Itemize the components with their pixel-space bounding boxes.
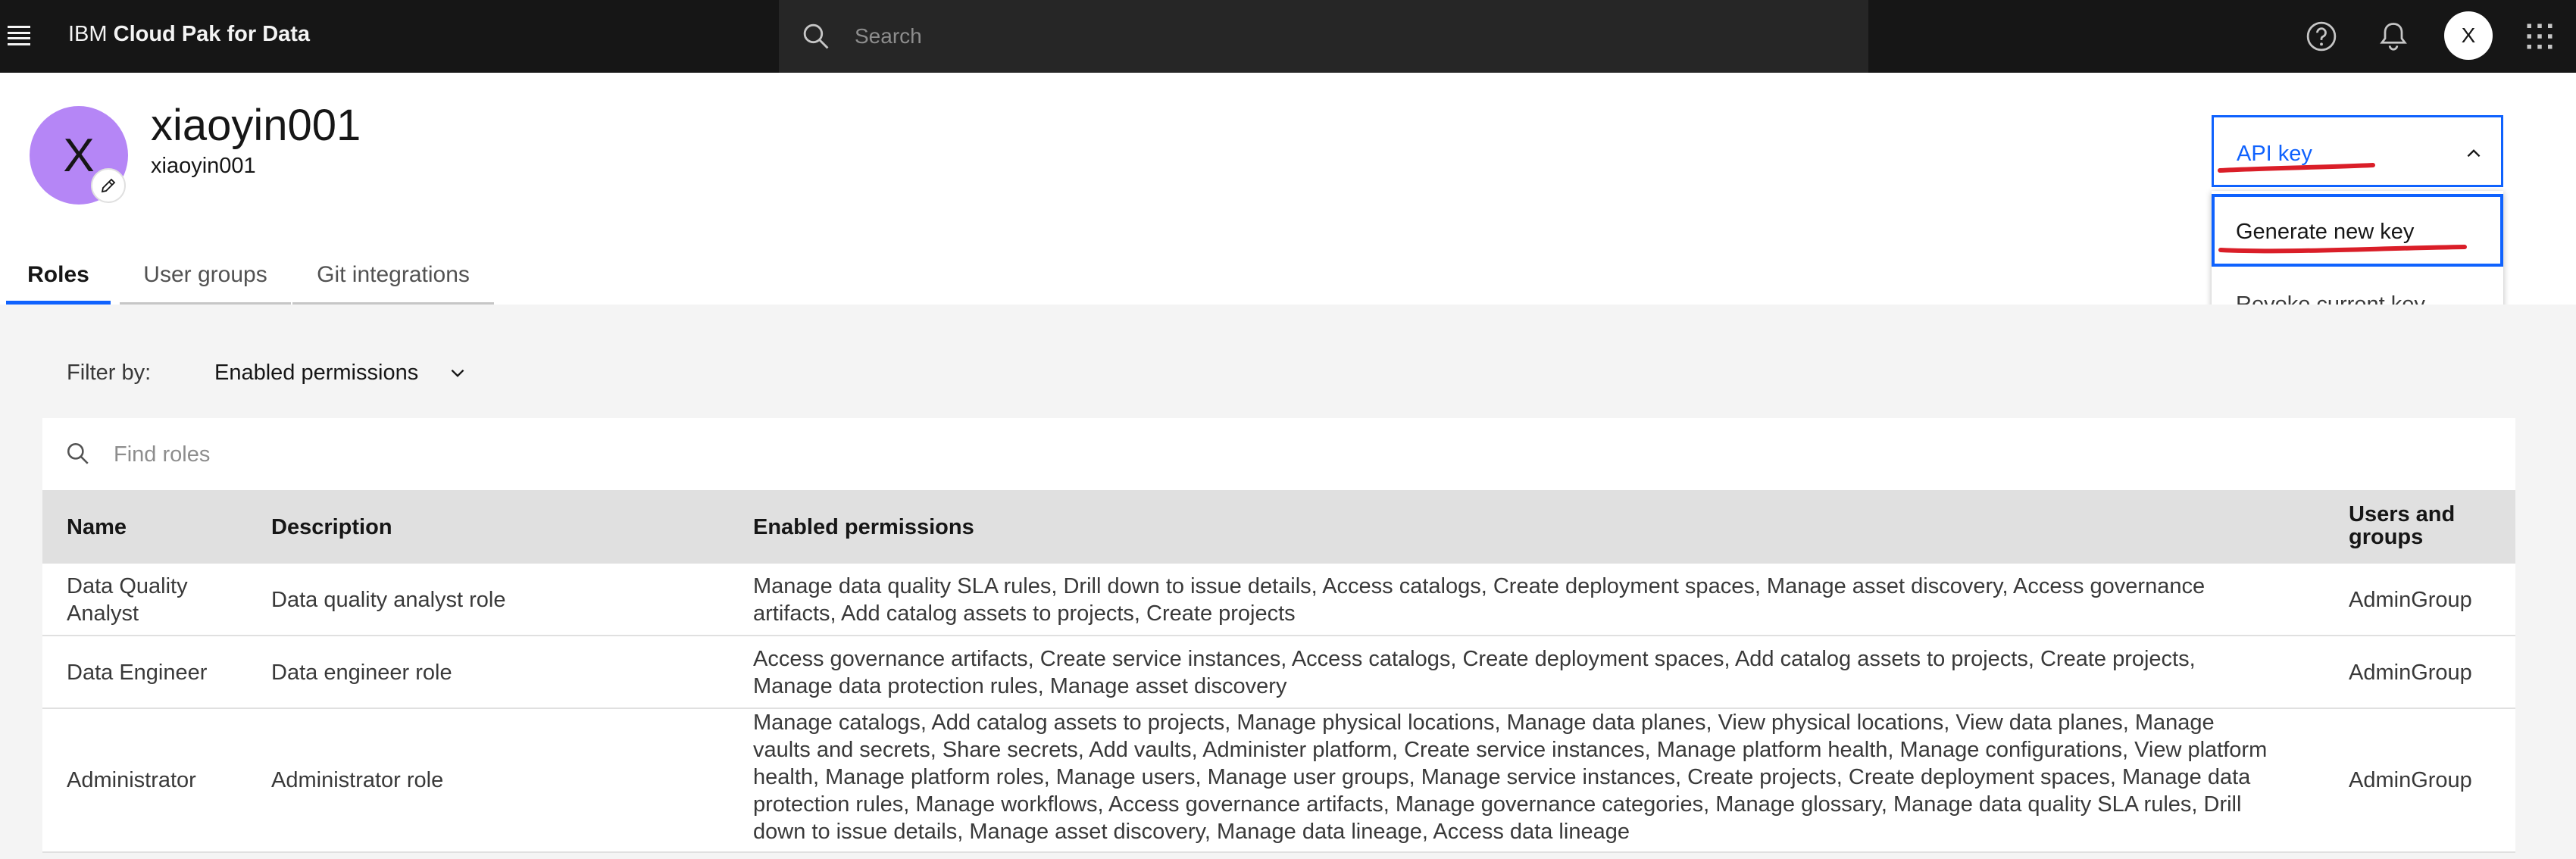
table-row[interactable]: Data Quality Analyst Data quality analys… <box>42 564 2515 636</box>
global-search-input[interactable] <box>855 23 1840 50</box>
top-nav-bar: IBM Cloud Pak for Data X <box>0 0 2576 73</box>
profile-username: xiaoyin001 <box>151 154 256 178</box>
red-underline-annotation <box>2218 245 2467 254</box>
search-icon <box>67 442 89 464</box>
help-icon[interactable] <box>2305 20 2338 53</box>
role-groups: AdminGroup <box>2349 768 2472 792</box>
app-switcher-icon[interactable] <box>2523 20 2556 53</box>
table-row[interactable]: Administrator Administrator role Manage … <box>42 709 2515 853</box>
role-description: Data engineer role <box>271 661 452 685</box>
api-key-dropdown-button[interactable]: API key <box>2212 115 2503 187</box>
filter-dropdown[interactable]: Enabled permissions <box>214 361 418 386</box>
search-icon <box>803 23 829 49</box>
brand-name: Cloud Pak for Data <box>113 22 311 46</box>
notification-bell-icon[interactable] <box>2377 20 2410 53</box>
chevron-down-icon[interactable] <box>448 364 467 383</box>
profile-display-name: xiaoyin001 <box>151 101 361 150</box>
tab-user-groups[interactable]: User groups <box>120 250 291 305</box>
tab-roles[interactable]: Roles <box>6 250 111 305</box>
role-groups: AdminGroup <box>2349 661 2472 685</box>
column-header-permissions[interactable]: Enabled permissions <box>753 515 974 540</box>
find-roles-input[interactable] <box>114 441 1250 468</box>
role-description: Data quality analyst role <box>271 588 506 612</box>
red-underline-annotation <box>2218 163 2375 173</box>
brand-title[interactable]: IBM Cloud Pak for Data <box>68 22 310 47</box>
role-groups: AdminGroup <box>2349 588 2472 612</box>
role-name: Data Quality Analyst <box>67 574 188 626</box>
role-name: Administrator <box>67 768 196 792</box>
roles-table: Name Description Enabled permissions Use… <box>42 491 2515 853</box>
hamburger-menu-icon[interactable] <box>8 26 30 45</box>
role-permissions: Manage data quality SLA rules, Drill dow… <box>753 574 2206 626</box>
pencil-icon <box>101 178 116 193</box>
edit-avatar-button[interactable] <box>91 168 126 203</box>
role-permissions: Access governance artifacts, Create serv… <box>753 647 2196 698</box>
column-header-description[interactable]: Description <box>271 515 392 540</box>
roles-content: Filter by: Enabled permissions Name Desc… <box>0 305 2576 859</box>
table-row[interactable]: Data Engineer Data engineer role Access … <box>42 636 2515 709</box>
table-header: Name Description Enabled permissions Use… <box>42 491 2515 564</box>
find-roles-search <box>42 418 2515 491</box>
brand-prefix: IBM <box>68 22 108 46</box>
global-search <box>779 0 1868 73</box>
chevron-up-icon <box>2467 149 2481 158</box>
generate-new-key-menu-item[interactable]: Generate new key <box>2212 194 2503 267</box>
filter-label: Filter by: <box>67 361 152 385</box>
column-header-users-groups[interactable]: Users and groups <box>2349 503 2508 548</box>
role-name: Data Engineer <box>67 661 208 685</box>
tab-git-integrations[interactable]: Git integrations <box>292 250 494 305</box>
role-description: Administrator role <box>271 768 444 792</box>
column-header-name[interactable]: Name <box>67 515 127 540</box>
role-permissions: Manage catalogs, Add catalog assets to p… <box>753 711 2268 844</box>
user-avatar-button[interactable]: X <box>2444 11 2493 60</box>
